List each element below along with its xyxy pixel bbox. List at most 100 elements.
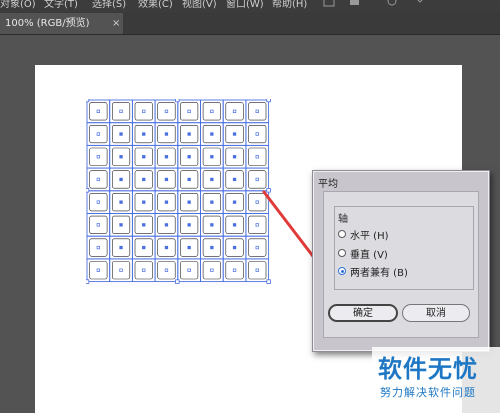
grid-cell[interactable] — [131, 235, 156, 260]
grid-cell[interactable] — [222, 213, 247, 237]
selection-handle[interactable] — [266, 279, 271, 284]
grid-cell[interactable] — [131, 167, 156, 192]
grid-cell[interactable] — [131, 213, 156, 237]
grid-cell[interactable] — [131, 144, 156, 169]
grid-cell[interactable] — [154, 167, 179, 192]
menu-select[interactable]: 选择(S) — [92, 0, 126, 10]
grid-cell[interactable] — [200, 213, 224, 237]
grid-cell[interactable] — [200, 190, 224, 214]
cell-center-point — [232, 177, 237, 182]
cell-center-point — [187, 200, 191, 204]
document-tab[interactable]: 100% (RGB/预览) × — [0, 13, 123, 34]
grid-cell[interactable] — [177, 258, 201, 283]
grid-cell[interactable] — [177, 122, 201, 146]
cell-square — [157, 102, 176, 121]
grid-cell[interactable] — [154, 99, 179, 124]
grid-cell[interactable] — [177, 213, 201, 237]
grid-cell[interactable] — [154, 122, 179, 146]
grid-cell[interactable] — [177, 167, 201, 192]
grid-cell[interactable] — [131, 258, 156, 283]
radio-both[interactable] — [338, 267, 346, 275]
radio-vertical-label[interactable]: 垂直 (V) — [350, 246, 388, 261]
grid-cell[interactable] — [86, 190, 111, 214]
grid-cell[interactable] — [154, 213, 179, 237]
grid-cell[interactable] — [222, 258, 247, 283]
grid-cell[interactable] — [245, 122, 270, 146]
grid-cell[interactable] — [245, 99, 270, 124]
grid-cell[interactable] — [200, 144, 224, 169]
grid-cell[interactable] — [222, 235, 247, 260]
grid-cell[interactable] — [222, 167, 247, 192]
grid-cell[interactable] — [222, 190, 247, 214]
grid-cell[interactable] — [86, 213, 111, 237]
selection-handle[interactable] — [86, 99, 90, 103]
radio-both-label[interactable]: 两者兼有 (B) — [350, 264, 408, 279]
selection-handle[interactable] — [175, 279, 180, 284]
grid-cell[interactable] — [86, 99, 111, 124]
menu-view[interactable]: 视图(V) — [182, 0, 217, 10]
selection-handle[interactable] — [266, 188, 271, 193]
grid-cell[interactable] — [245, 190, 270, 214]
radio-horizontal-label[interactable]: 水平 (H) — [350, 227, 389, 242]
grid-cell[interactable] — [109, 258, 133, 283]
grid-cell[interactable] — [200, 235, 224, 260]
menu-object[interactable]: 对象(O) — [0, 0, 36, 10]
grid-cell[interactable] — [109, 99, 133, 124]
grid-cell[interactable] — [200, 167, 224, 192]
grid-cell[interactable] — [222, 122, 247, 146]
grid-cell[interactable] — [131, 99, 156, 124]
grid-cell[interactable] — [200, 258, 224, 283]
selection-handle[interactable] — [86, 279, 90, 284]
grid-cell[interactable] — [109, 144, 133, 169]
grid-cell[interactable] — [222, 99, 247, 124]
grid-cell[interactable] — [222, 144, 247, 169]
grid-cell[interactable] — [245, 258, 270, 283]
grid-cell[interactable] — [109, 235, 133, 260]
radio-horizontal[interactable] — [338, 230, 346, 238]
selection-handle[interactable] — [175, 99, 180, 103]
grid-cell[interactable] — [177, 144, 201, 169]
grid-cell[interactable] — [86, 122, 111, 146]
menu-type[interactable]: 文字(T) — [44, 0, 78, 10]
grid-cell[interactable] — [154, 258, 179, 283]
close-icon[interactable]: × — [112, 13, 120, 34]
grid-cell[interactable] — [109, 213, 133, 237]
cell-square — [248, 170, 267, 189]
menu-window[interactable]: 窗口(W) — [226, 0, 264, 10]
arrange-icon[interactable] — [323, 0, 335, 7]
grid-cell[interactable] — [154, 190, 179, 214]
radio-vertical[interactable] — [338, 249, 346, 257]
cancel-button[interactable]: 取消 — [402, 304, 470, 322]
selection-handle[interactable] — [266, 99, 271, 103]
grid-cell[interactable] — [86, 144, 111, 169]
grid-cell[interactable] — [131, 190, 156, 214]
gpu-icon[interactable] — [387, 0, 397, 6]
selection-handle[interactable] — [86, 188, 90, 193]
grid-cell[interactable] — [177, 190, 201, 214]
menu-help[interactable]: 帮助(H) — [272, 0, 307, 10]
grid-cell[interactable] — [109, 190, 133, 214]
cell-center-point — [187, 268, 191, 272]
grid-cell[interactable] — [109, 122, 133, 146]
grid-cell[interactable] — [154, 235, 179, 260]
grid-cell[interactable] — [200, 99, 224, 124]
grid-cell[interactable] — [245, 167, 270, 192]
ok-button[interactable]: 确定 — [328, 304, 398, 322]
grid-cell[interactable] — [200, 122, 224, 146]
grid-cell[interactable] — [154, 144, 179, 169]
selected-grid-objects[interactable] — [86, 99, 272, 285]
grid-cell[interactable] — [86, 258, 111, 283]
grid-cell[interactable] — [86, 167, 111, 192]
grid-cell[interactable] — [245, 235, 270, 260]
workspace-icon[interactable] — [350, 0, 359, 5]
grid-cell[interactable] — [177, 99, 201, 124]
cell-center-point — [164, 245, 169, 250]
grid-cell[interactable] — [245, 213, 270, 237]
sync-icon[interactable] — [416, 0, 424, 3]
grid-cell[interactable] — [245, 144, 270, 169]
menu-effect[interactable]: 效果(C) — [138, 0, 173, 10]
grid-cell[interactable] — [131, 122, 156, 146]
grid-cell[interactable] — [86, 235, 111, 260]
grid-cell[interactable] — [177, 235, 201, 260]
grid-cell[interactable] — [109, 167, 133, 192]
